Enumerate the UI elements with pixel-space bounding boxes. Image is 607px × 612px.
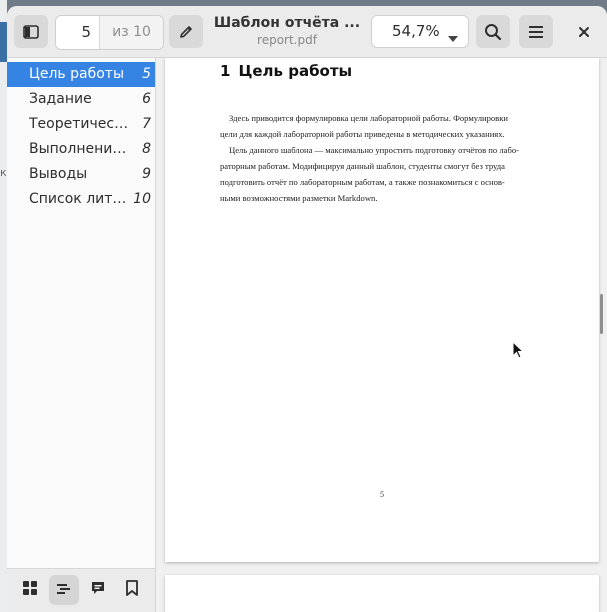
chevron-down-icon: [447, 28, 459, 47]
sidebar-toggle-button[interactable]: [14, 15, 48, 48]
window-title-block: Шаблон отчёта ... report.pdf: [212, 14, 362, 49]
close-icon: [578, 26, 590, 38]
section-number: 1: [220, 62, 231, 80]
outline-item[interactable]: Задание 6: [7, 87, 155, 112]
comment-icon: [90, 580, 106, 600]
thumbnails-mode-button[interactable]: [15, 575, 45, 605]
bookmark-icon: [125, 580, 139, 600]
outline-mode-button[interactable]: [49, 575, 79, 605]
outline-item-page: 5: [142, 66, 151, 82]
annotations-mode-button[interactable]: [83, 575, 113, 605]
current-page-field[interactable]: 5: [56, 16, 100, 49]
paragraph: Цель данного шаблона — максимально упрос…: [220, 142, 548, 206]
outline-icon: [56, 581, 72, 600]
outline-item-label: Выводы: [29, 166, 88, 182]
outline-item[interactable]: Теоретичес… 7: [7, 112, 155, 137]
grid-icon: [22, 580, 38, 600]
outline-item-label: Список лите…: [29, 191, 129, 207]
outline-item-page: 9: [142, 166, 151, 182]
outline-sidebar: Цель работы 5 Задание 6 Теоретичес… 7 Вы…: [7, 58, 156, 612]
hamburger-menu-icon: [528, 25, 544, 39]
outline-item-label: Задание: [29, 91, 92, 107]
mouse-pointer-icon: [512, 340, 525, 363]
page-number-entry[interactable]: 5 из 10: [55, 15, 164, 50]
outline-item-label: Цель работы: [29, 66, 125, 82]
desktop-background: ка: [0, 0, 13, 612]
search-button[interactable]: [476, 15, 510, 48]
outline-item[interactable]: Цель работы 5: [7, 62, 155, 87]
paragraph: Здесь приводится формулировка цели лабор…: [220, 110, 548, 142]
sidebar-mode-switcher: [7, 568, 155, 612]
outline-item[interactable]: Выполнение… 8: [7, 137, 155, 162]
document-viewer-window: 5 из 10 Шаблон отчёта ... report.pdf 54,…: [7, 6, 607, 612]
bookmarks-mode-button[interactable]: [117, 575, 147, 605]
search-icon: [484, 23, 502, 41]
close-button[interactable]: [567, 15, 601, 48]
page-footer-number: 5: [380, 490, 384, 499]
paragraph-line: Здесь приводится формулировка цели лабор…: [229, 113, 509, 123]
paragraph-line: раторным работам. Модифицируя данный шаб…: [220, 161, 505, 171]
paragraph-line: цели для каждой лабораторной работы прив…: [220, 129, 505, 139]
headerbar: 5 из 10 Шаблон отчёта ... report.pdf 54,…: [7, 6, 607, 58]
zoom-selector[interactable]: 54,7%: [371, 15, 469, 48]
main-menu-button[interactable]: [519, 15, 553, 48]
outline-item-page: 7: [142, 116, 151, 132]
page-total-label: из 10: [100, 16, 163, 49]
paragraph-line: Цель данного шаблона — максимально упрос…: [229, 145, 519, 155]
section-title: Цель работы: [238, 62, 353, 80]
outline-item-page: 6: [142, 91, 151, 107]
paragraph-line: подготовить отчёт по лабораторным работа…: [220, 177, 505, 187]
zoom-value: 54,7%: [392, 22, 440, 40]
scrollbar[interactable]: [600, 294, 603, 334]
sidebar-icon: [23, 24, 39, 39]
outline-item-page: 8: [142, 141, 151, 157]
outline-item-page: 10: [133, 191, 151, 207]
section-heading: 1 Цель работы: [220, 62, 352, 80]
outline-item-label: Теоретичес…: [29, 116, 129, 132]
document-page: 1 Цель работы Здесь приводится формулиров…: [165, 58, 599, 562]
window-subtitle: report.pdf: [257, 33, 317, 47]
desktop-window-edge: [0, 22, 7, 62]
document-view[interactable]: 1 Цель работы Здесь приводится формулиров…: [156, 58, 607, 612]
annotate-button[interactable]: [169, 15, 203, 48]
outline-item[interactable]: Список лите… 10: [7, 187, 155, 212]
paragraph-line: ными возможностями разметки Markdown.: [220, 193, 378, 203]
window-title: Шаблон отчёта ...: [213, 15, 361, 31]
outline-item[interactable]: Выводы 9: [7, 162, 155, 187]
outline-item-label: Выполнение…: [29, 141, 129, 157]
next-document-page: [165, 575, 599, 612]
pencil-icon: [178, 24, 194, 40]
